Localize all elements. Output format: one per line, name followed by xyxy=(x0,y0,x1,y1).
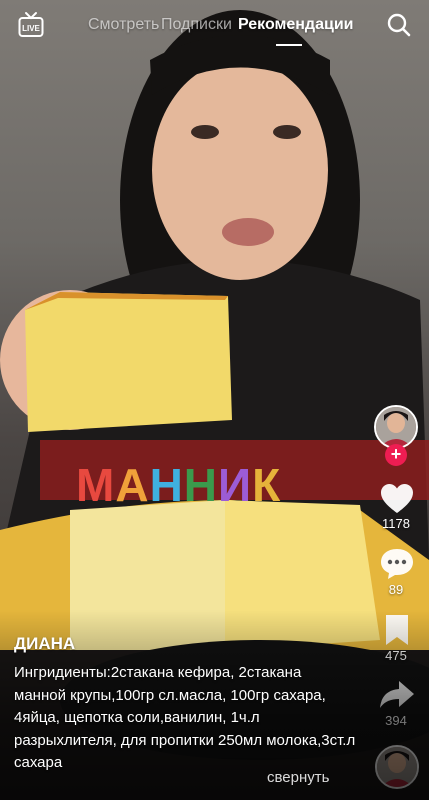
overlay-title-letter: М xyxy=(76,459,116,511)
tab-recommendations[interactable]: Рекомендации xyxy=(238,16,354,34)
comment-button[interactable] xyxy=(378,545,416,583)
search-icon xyxy=(387,13,411,37)
post-description: Ингридиенты:2стакана кефира, 2стакана ма… xyxy=(14,664,356,771)
follow-button[interactable]: + xyxy=(385,444,407,466)
creator-avatar[interactable] xyxy=(374,405,418,449)
overlay-title-letter: К xyxy=(252,459,282,511)
avatar-image xyxy=(376,407,416,447)
overlay-title-letter: Н xyxy=(183,459,219,511)
overlay-title-letter: И xyxy=(218,459,253,511)
comment-count: 89 xyxy=(388,582,404,597)
active-tab-indicator xyxy=(276,44,302,46)
collapse-button[interactable]: свернуть xyxy=(267,769,329,786)
tab-subscriptions[interactable]: Подписки xyxy=(161,16,232,34)
overlay-title-letter: А xyxy=(115,459,150,511)
creator-username[interactable]: ДИАНА xyxy=(14,634,75,654)
video-overlay-title: МАННИК xyxy=(76,458,281,512)
tab-watch[interactable]: Смотреть xyxy=(88,16,159,34)
comment-icon xyxy=(381,549,413,579)
like-count: 1178 xyxy=(382,516,410,531)
live-tv-icon: LIVE xyxy=(18,12,44,37)
heart-icon xyxy=(381,484,413,513)
overlay-title-letter: Н xyxy=(149,459,184,511)
live-button[interactable]: LIVE xyxy=(17,11,45,39)
like-button[interactable] xyxy=(378,480,416,518)
top-navigation-bar: LIVE Смотреть Подписки Рекомендации xyxy=(0,0,429,52)
live-label: LIVE xyxy=(22,24,40,33)
search-button[interactable] xyxy=(386,12,412,38)
